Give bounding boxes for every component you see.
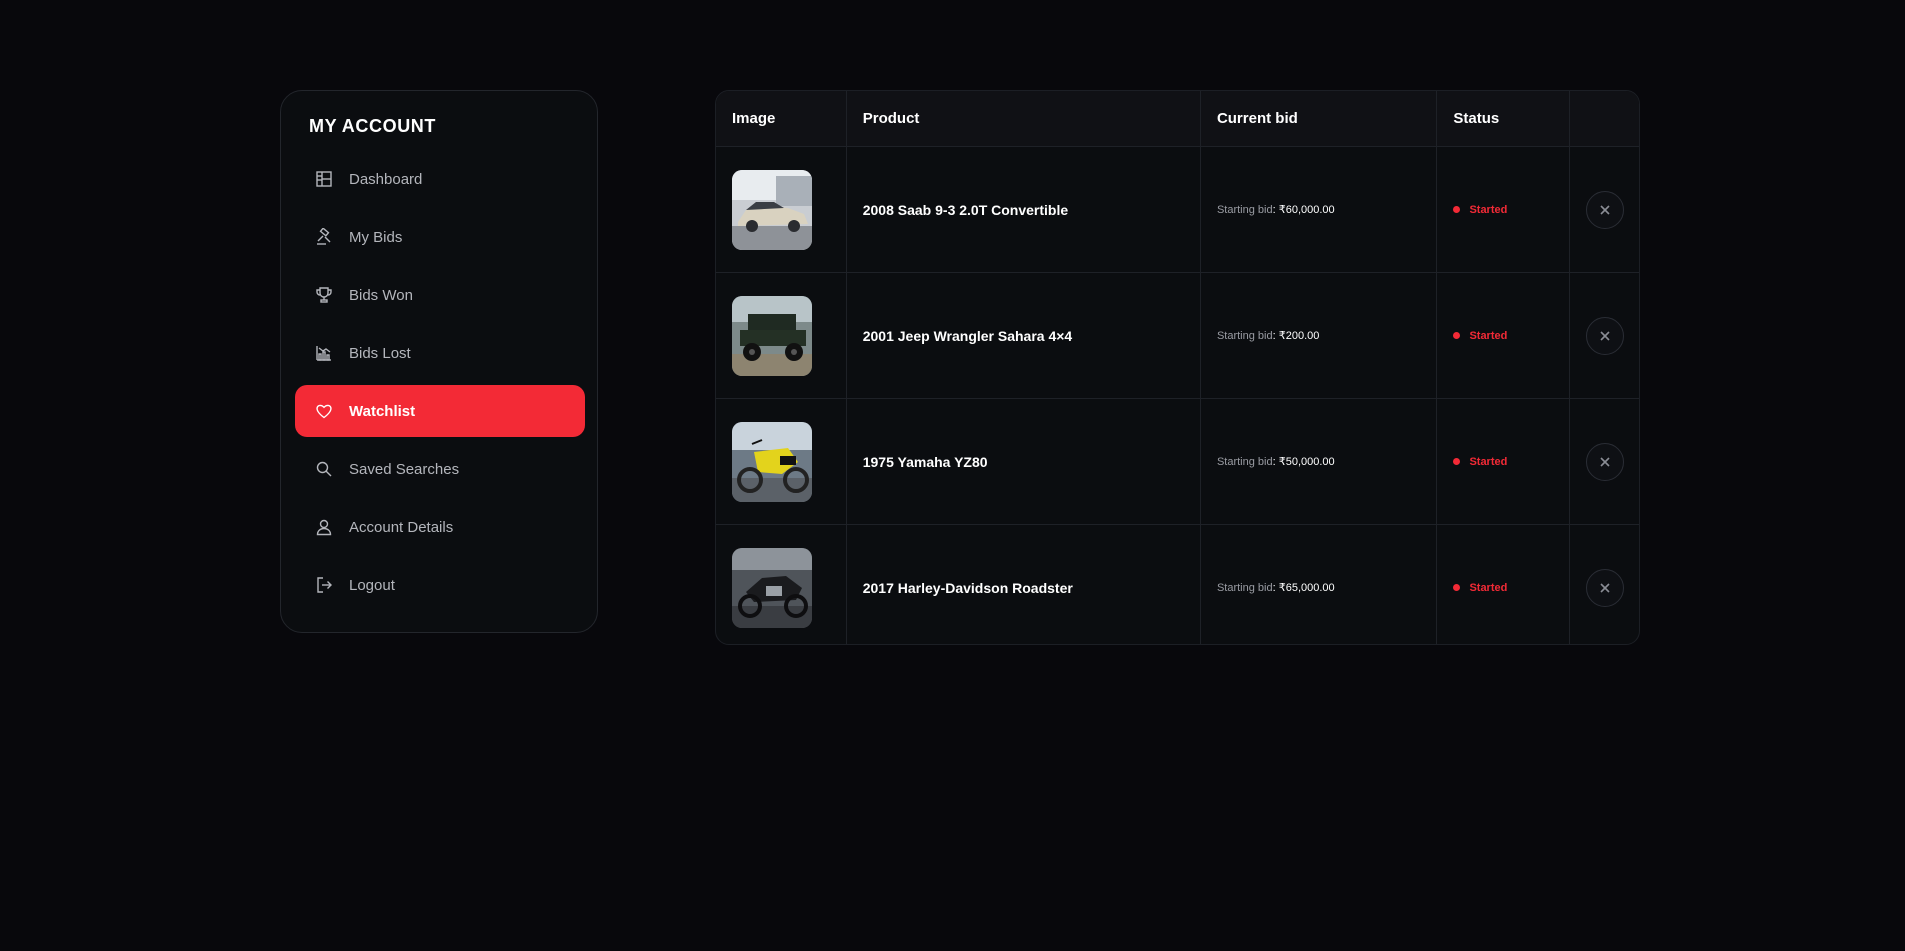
image-cell [716, 147, 847, 272]
sidebar-item-bids-lost[interactable]: Bids Lost [295, 327, 585, 379]
sidebar-item-label: Watchlist [349, 402, 416, 420]
status-cell: Started [1437, 525, 1571, 644]
close-icon [1600, 204, 1610, 215]
product-cell: 2008 Saab 9-3 2.0T Convertible [847, 147, 1201, 272]
status-text: Started [1469, 329, 1508, 342]
search-icon [315, 460, 333, 478]
action-cell [1570, 147, 1639, 272]
status-dot [1453, 332, 1461, 339]
product-name[interactable]: 1975 Yamaha YZ80 [863, 454, 988, 470]
bid-cell: Starting bid: ₹65,000.00 [1201, 525, 1438, 644]
current-bid: Starting bid: ₹200.00 [1217, 329, 1319, 342]
sidebar-item-label: Logout [349, 576, 395, 594]
product-thumbnail[interactable] [732, 295, 812, 376]
status-cell: Started [1437, 273, 1571, 398]
status-cell: Started [1437, 147, 1571, 272]
column-header-current-bid: Current bid [1201, 91, 1438, 146]
sidebar-item-label: Bids Lost [349, 344, 411, 362]
remove-button[interactable] [1585, 190, 1624, 229]
close-icon [1600, 330, 1610, 341]
status-text: Started [1469, 455, 1508, 468]
logout-icon [315, 576, 333, 594]
image-cell [716, 525, 847, 644]
product-name[interactable]: 2008 Saab 9-3 2.0T Convertible [863, 202, 1068, 218]
sidebar-item-label: Bids Won [349, 286, 413, 304]
column-header-product: Product [847, 91, 1201, 146]
sidebar-item-label: Account Details [349, 518, 454, 536]
account-page: MY ACCOUNT Dashboard My Bids Bids Won Bi… [0, 0, 1905, 951]
user-icon [315, 518, 333, 536]
bid-amount: : ₹200.00 [1272, 330, 1320, 342]
product-name[interactable]: 2001 Jeep Wrangler Sahara 4×4 [863, 328, 1072, 344]
action-cell [1570, 399, 1639, 524]
table-row: 2001 Jeep Wrangler Sahara 4×4 Starting b… [716, 273, 1639, 399]
sidebar-item-label: My Bids [349, 228, 403, 246]
bid-label: Starting bid [1216, 582, 1273, 594]
sidebar-item-logout[interactable]: Logout [295, 559, 585, 611]
remove-button[interactable] [1585, 316, 1624, 355]
gavel-icon [315, 228, 333, 246]
close-icon [1600, 456, 1610, 467]
dashboard-icon [315, 170, 333, 188]
bid-label: Starting bid [1216, 204, 1273, 216]
sidebar-item-watchlist[interactable]: Watchlist [295, 385, 585, 437]
sidebar-nav: Dashboard My Bids Bids Won Bids Lost Wat… [295, 153, 585, 617]
bid-amount: : ₹50,000.00 [1272, 456, 1335, 468]
status-badge: Started [1453, 330, 1507, 342]
status-dot [1453, 584, 1461, 591]
status-badge: Started [1453, 204, 1507, 216]
sidebar-item-label: Saved Searches [349, 460, 460, 478]
status-badge: Started [1453, 582, 1507, 594]
bid-label: Starting bid [1216, 330, 1273, 342]
watchlist-table: Image Product Current bid Status 2008 Sa… [715, 90, 1640, 645]
product-cell: 1975 Yamaha YZ80 [847, 399, 1201, 524]
column-header-status: Status [1437, 91, 1571, 146]
close-icon [1600, 582, 1610, 593]
bid-cell: Starting bid: ₹50,000.00 [1201, 399, 1438, 524]
sidebar-item-saved-searches[interactable]: Saved Searches [295, 443, 585, 495]
table-header: Image Product Current bid Status [716, 91, 1639, 147]
current-bid: Starting bid: ₹50,000.00 [1217, 455, 1335, 468]
status-text: Started [1469, 581, 1508, 594]
chart-down-icon [315, 344, 333, 362]
bid-amount: : ₹60,000.00 [1272, 204, 1335, 216]
sidebar-item-bids-won[interactable]: Bids Won [295, 269, 585, 321]
bid-cell: Starting bid: ₹60,000.00 [1201, 147, 1438, 272]
sidebar-title: MY ACCOUNT [309, 116, 436, 136]
status-cell: Started [1437, 399, 1571, 524]
product-thumbnail[interactable] [732, 169, 812, 250]
table-row: 1975 Yamaha YZ80 Starting bid: ₹50,000.0… [716, 399, 1639, 525]
sidebar-item-label: Dashboard [349, 170, 423, 188]
remove-button[interactable] [1585, 568, 1624, 607]
status-dot [1453, 206, 1461, 213]
heart-icon [315, 402, 333, 420]
product-thumbnail[interactable] [732, 547, 812, 628]
status-text: Started [1469, 203, 1508, 216]
product-cell: 2017 Harley-Davidson Roadster [847, 525, 1201, 644]
action-cell [1570, 525, 1639, 644]
product-cell: 2001 Jeep Wrangler Sahara 4×4 [847, 273, 1201, 398]
table-row: 2017 Harley-Davidson Roadster Starting b… [716, 525, 1639, 644]
status-dot [1453, 458, 1461, 465]
product-thumbnail[interactable] [732, 421, 812, 502]
sidebar-item-my-bids[interactable]: My Bids [295, 211, 585, 263]
bid-cell: Starting bid: ₹200.00 [1201, 273, 1438, 398]
trophy-icon [315, 286, 333, 304]
product-name[interactable]: 2017 Harley-Davidson Roadster [863, 580, 1073, 596]
column-header-image: Image [716, 91, 847, 146]
action-cell [1570, 273, 1639, 398]
table-row: 2008 Saab 9-3 2.0T Convertible Starting … [716, 147, 1639, 273]
column-header-actions [1570, 91, 1639, 146]
status-badge: Started [1453, 456, 1507, 468]
current-bid: Starting bid: ₹65,000.00 [1217, 581, 1335, 594]
sidebar-item-dashboard[interactable]: Dashboard [295, 153, 585, 205]
account-sidebar: MY ACCOUNT Dashboard My Bids Bids Won Bi… [280, 90, 598, 633]
sidebar-item-account-details[interactable]: Account Details [295, 501, 585, 553]
image-cell [716, 273, 847, 398]
image-cell [716, 399, 847, 524]
remove-button[interactable] [1585, 442, 1624, 481]
bid-amount: : ₹65,000.00 [1272, 582, 1335, 594]
bid-label: Starting bid [1216, 456, 1273, 468]
current-bid: Starting bid: ₹60,000.00 [1217, 203, 1335, 216]
